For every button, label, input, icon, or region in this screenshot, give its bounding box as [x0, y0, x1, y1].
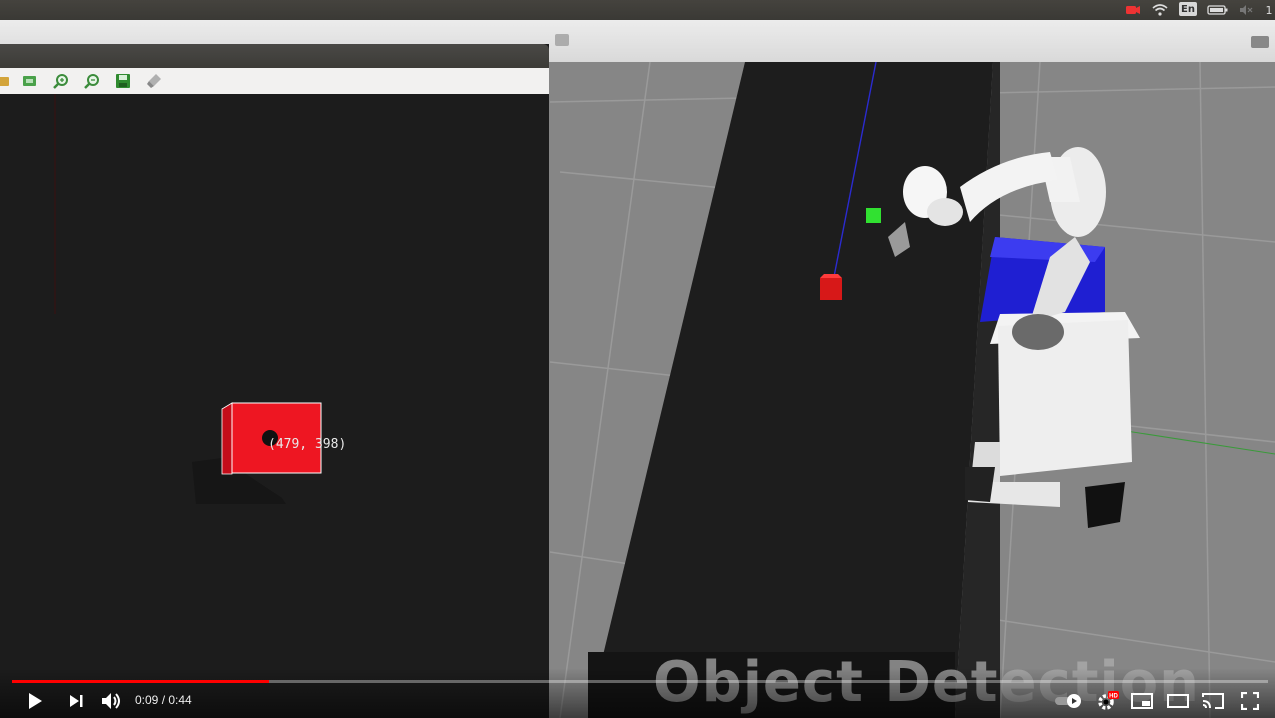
toolbar-icon[interactable] — [555, 34, 569, 46]
camera-image[interactable]: (479, 398) — [0, 94, 549, 718]
save-icon[interactable] — [114, 73, 132, 89]
hd-badge: HD — [1109, 694, 1118, 700]
progress-played — [12, 680, 269, 683]
image-view-toolbar — [0, 68, 549, 95]
record-icon[interactable] — [1124, 2, 1142, 18]
theater-mode-icon[interactable] — [1165, 688, 1191, 714]
fit-icon[interactable] — [21, 73, 39, 89]
image-view-window: (479, 398) — [0, 44, 549, 718]
miniplayer-icon[interactable] — [1129, 688, 1155, 714]
settings-icon[interactable]: HD — [1094, 688, 1120, 714]
fullscreen-icon[interactable] — [1237, 688, 1263, 714]
time-display: 0:09 / 0:44 — [135, 693, 192, 707]
cast-icon[interactable] — [1200, 688, 1226, 714]
next-icon[interactable] — [66, 688, 86, 714]
play-icon[interactable] — [24, 688, 46, 714]
language-label: En — [1181, 3, 1195, 15]
clear-icon[interactable] — [145, 73, 163, 89]
wifi-icon[interactable] — [1151, 2, 1169, 18]
system-top-bar: En 1 — [0, 0, 1275, 20]
zoom-in-icon[interactable] — [52, 73, 70, 89]
zoom-out-icon[interactable] — [83, 73, 101, 89]
current-time: 0:09 — [135, 693, 159, 707]
time-separator: / — [158, 693, 169, 707]
volume-muted-icon[interactable] — [1238, 2, 1254, 18]
duration: 0:44 — [168, 693, 192, 707]
red-cube — [820, 274, 842, 300]
battery-icon[interactable] — [1206, 2, 1230, 18]
keyboard-layout-icon[interactable]: En — [1179, 2, 1197, 16]
autoplay-toggle[interactable] — [1052, 688, 1084, 714]
clock[interactable]: 1 — [1264, 2, 1274, 18]
progress-bar[interactable] — [12, 680, 1268, 683]
detection-coordinates: (479, 398) — [268, 437, 347, 452]
window-title-bar[interactable] — [0, 44, 549, 68]
screenshot-icon[interactable] — [1251, 36, 1269, 48]
open-icon[interactable] — [0, 73, 12, 89]
volume-icon[interactable] — [100, 688, 124, 714]
green-cube — [866, 208, 881, 223]
